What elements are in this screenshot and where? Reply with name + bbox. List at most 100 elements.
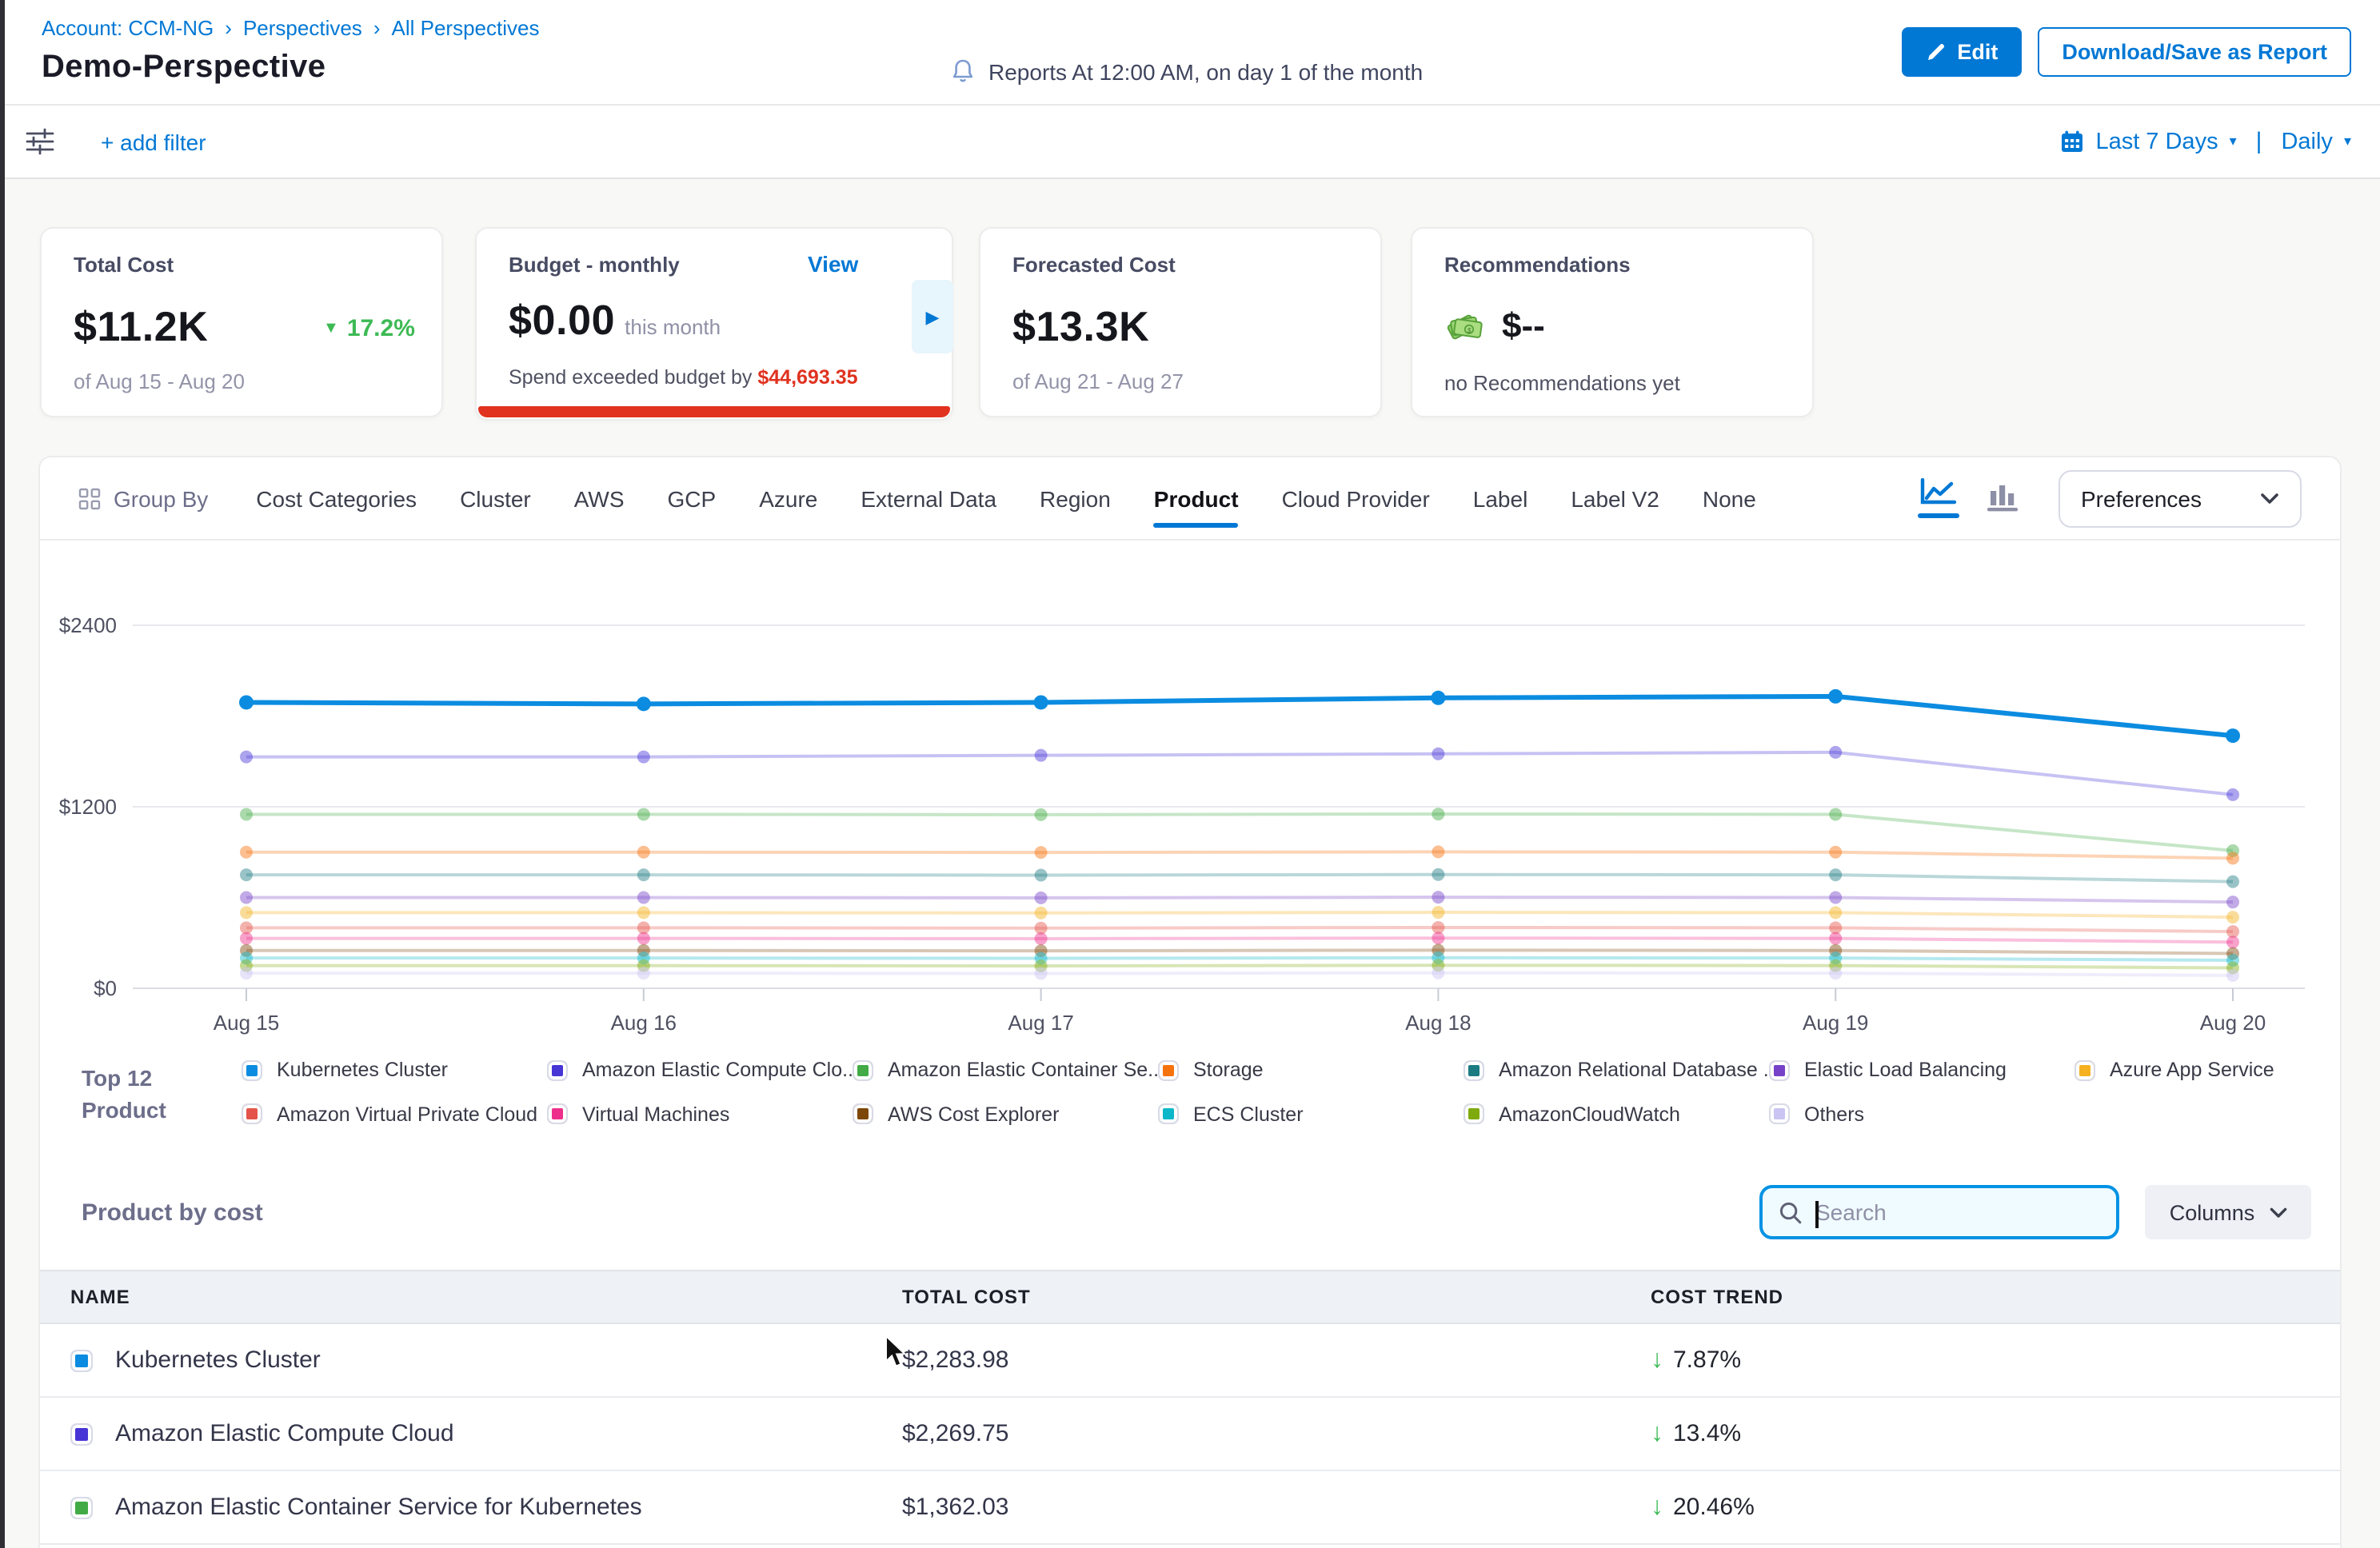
series-line-amazon-virtual-private-cloud[interactable] (246, 928, 2233, 932)
series-line-kubernetes-cluster[interactable] (246, 696, 2233, 736)
legend-item[interactable]: Amazon Elastic Compute Clo... (547, 1059, 853, 1082)
date-range-dropdown[interactable]: Last 7 Days ▾ (2060, 129, 2236, 154)
series-point[interactable] (240, 751, 253, 764)
series-point[interactable] (1432, 808, 1444, 820)
legend-item[interactable]: Others (1769, 1103, 2075, 1126)
edit-button[interactable]: Edit (1901, 27, 2022, 77)
series-line-virtual-machines[interactable] (246, 938, 2233, 942)
filter-sliders-icon[interactable] (26, 128, 56, 155)
series-point[interactable] (637, 967, 650, 979)
series-point[interactable] (240, 906, 253, 919)
series-point[interactable] (240, 932, 253, 945)
series-point[interactable] (1035, 892, 1048, 904)
series-line-amazoncloudwatch[interactable] (246, 965, 2233, 967)
table-row[interactable]: Amazon Elastic Compute Cloud$2,269.75↓13… (40, 1398, 2340, 1471)
series-point[interactable] (1829, 868, 1842, 881)
cost-line-chart[interactable]: $0$1200$2400Aug 15Aug 16Aug 17Aug 18Aug … (40, 598, 2343, 1078)
groupby-tab-label-v2[interactable]: Label V2 (1571, 485, 1659, 511)
series-point[interactable] (2226, 936, 2239, 948)
series-point[interactable] (637, 846, 650, 859)
column-header-total-cost[interactable]: TOTAL COST (902, 1286, 1651, 1308)
groupby-tab-cloud-provider[interactable]: Cloud Provider (1282, 485, 1430, 511)
series-point[interactable] (240, 808, 253, 820)
breadcrumb-perspectives-link[interactable]: Perspectives (243, 16, 362, 40)
series-point[interactable] (1432, 868, 1444, 881)
series-point[interactable] (1432, 906, 1444, 919)
series-point[interactable] (1432, 845, 1444, 858)
series-point[interactable] (1431, 691, 1445, 705)
table-row[interactable]: Amazon Elastic Container Service for Kub… (40, 1471, 2340, 1545)
series-point[interactable] (637, 906, 650, 919)
legend-item[interactable]: AWS Cost Explorer (853, 1103, 1158, 1126)
series-point[interactable] (1035, 749, 1048, 762)
series-point[interactable] (2226, 876, 2239, 888)
bar-chart-icon[interactable] (1985, 483, 2020, 513)
series-point[interactable] (1432, 932, 1444, 944)
series-point[interactable] (1035, 967, 1048, 979)
series-line-aws-cost-explorer[interactable] (246, 950, 2233, 953)
column-header-name[interactable]: NAME (70, 1286, 902, 1308)
series-point[interactable] (1035, 932, 1048, 945)
series-line-amazon-elastic-container-service-for-kubernetes[interactable] (246, 814, 2233, 851)
legend-item[interactable]: Amazon Virtual Private Cloud (242, 1103, 547, 1126)
groupby-tab-cluster[interactable]: Cluster (460, 485, 531, 511)
series-line-amazon-relational-database-service[interactable] (246, 875, 2233, 882)
series-line-azure-app-service[interactable] (246, 912, 2233, 917)
series-point[interactable] (1035, 869, 1048, 882)
series-point[interactable] (2226, 728, 2240, 743)
series-point[interactable] (1829, 892, 1842, 904)
budget-next-arrow-button[interactable]: ▶ (912, 280, 953, 353)
granularity-dropdown[interactable]: Daily ▾ (2281, 129, 2351, 154)
add-filter-button[interactable]: + add filter (101, 129, 206, 154)
series-point[interactable] (2226, 896, 2239, 908)
series-point[interactable] (1034, 695, 1048, 709)
groupby-tab-product[interactable]: Product (1154, 485, 1239, 511)
series-point[interactable] (1432, 967, 1444, 979)
series-point[interactable] (239, 695, 254, 709)
legend-item[interactable]: Virtual Machines (547, 1103, 853, 1126)
groupby-tab-aws[interactable]: AWS (574, 485, 625, 511)
legend-item[interactable]: Amazon Relational Database ... (1464, 1059, 1769, 1082)
legend-item[interactable]: Azure App Service (2075, 1059, 2380, 1082)
legend-item[interactable]: Kubernetes Cluster (242, 1059, 547, 1082)
series-point[interactable] (240, 967, 253, 979)
series-point[interactable] (2226, 852, 2239, 864)
columns-button[interactable]: Columns (2145, 1185, 2311, 1239)
breadcrumb-all-perspectives-link[interactable]: All Perspectives (392, 16, 540, 40)
series-line-others[interactable] (246, 973, 2233, 975)
series-line-amazon-elastic-compute-cloud[interactable] (246, 752, 2233, 795)
series-point[interactable] (637, 751, 650, 764)
series-point[interactable] (1035, 808, 1048, 821)
preferences-dropdown[interactable]: Preferences (2059, 469, 2302, 527)
download-save-report-button[interactable]: Download/Save as Report (2038, 27, 2351, 77)
series-point[interactable] (2226, 788, 2239, 801)
legend-item[interactable]: ECS Cluster (1158, 1103, 1464, 1126)
groupby-tab-external-data[interactable]: External Data (861, 485, 996, 511)
series-point[interactable] (1829, 906, 1842, 919)
groupby-tab-label[interactable]: Label (1473, 485, 1528, 511)
budget-view-link[interactable]: View (808, 251, 858, 277)
breadcrumb-account-link[interactable]: Account: CCM-NG (42, 16, 214, 40)
series-point[interactable] (2226, 969, 2239, 982)
series-point[interactable] (2226, 911, 2239, 924)
series-point[interactable] (1035, 907, 1048, 920)
groupby-tab-region[interactable]: Region (1040, 485, 1111, 511)
groupby-tab-gcp[interactable]: GCP (668, 485, 717, 511)
series-point[interactable] (240, 892, 253, 904)
series-point[interactable] (637, 808, 650, 820)
groupby-tab-cost-categories[interactable]: Cost Categories (256, 485, 417, 511)
line-chart-icon[interactable] (1918, 479, 1959, 518)
series-point[interactable] (637, 868, 650, 881)
series-point[interactable] (1829, 746, 1842, 759)
groupby-tab-azure[interactable]: Azure (759, 485, 817, 511)
groupby-tab-none[interactable]: None (1703, 485, 1756, 511)
series-point[interactable] (1829, 808, 1842, 820)
series-line-storage[interactable] (246, 852, 2233, 858)
legend-item[interactable]: Storage (1158, 1059, 1464, 1082)
series-point[interactable] (637, 892, 650, 904)
series-point[interactable] (637, 932, 650, 945)
series-point[interactable] (1829, 846, 1842, 859)
column-header-cost-trend[interactable]: COST TREND (1651, 1286, 2340, 1308)
table-row[interactable]: Kubernetes Cluster$2,283.98↓7.87% (40, 1324, 2340, 1398)
series-point[interactable] (637, 696, 651, 711)
